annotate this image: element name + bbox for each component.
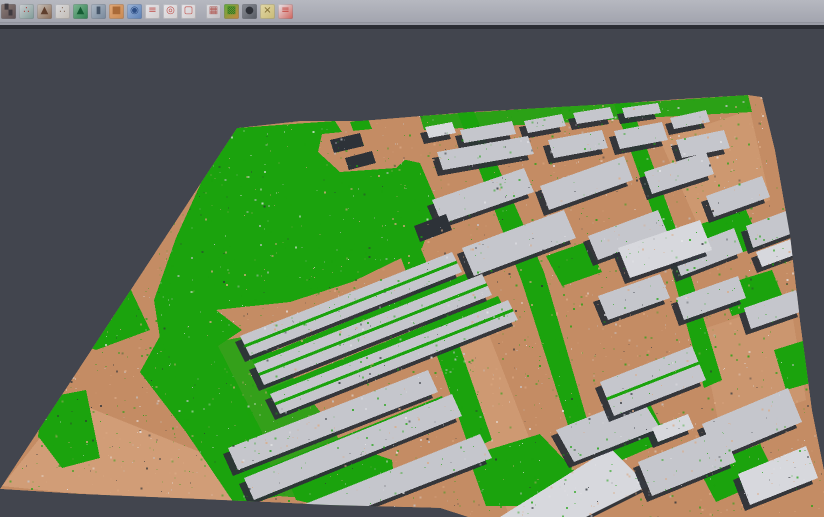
terrain-model-icon[interactable]: ▲ [37,4,52,19]
snapshot-icon[interactable]: ● [242,4,257,19]
clear-selection-icon[interactable]: × [260,4,275,19]
main-toolbar: ▚∴▲∴▲▮■◉≡◎▢▦▩●×≡ [0,0,824,23]
classification-colors-icon[interactable]: ▩ [224,4,239,19]
toolbar-wrap: ▚∴▲∴▲▮■◉≡◎▢▦▩●×≡ [0,0,824,29]
scalar-fields-icon[interactable]: ≡ [145,4,160,19]
ground-class-icon[interactable]: ■ [109,4,124,19]
cross-section-icon[interactable]: ▮ [91,4,106,19]
viewport-3d[interactable] [0,0,824,517]
point-cloud-render [0,0,824,517]
zoom-extents-icon[interactable]: ▢ [181,4,196,19]
vegetation-class-icon[interactable]: ▲ [73,4,88,19]
measure-icon[interactable]: ≡ [278,4,293,19]
pick-point-icon[interactable]: ◎ [163,4,178,19]
globe-view-icon[interactable]: ◉ [127,4,142,19]
raster-grid-icon[interactable]: ▦ [206,4,221,19]
sparse-points-icon[interactable]: ∴ [55,4,70,19]
align-clouds-icon[interactable]: ∴ [19,4,34,19]
toolbar-shadow-edge [0,25,824,29]
toolbar-group: ▚∴▲∴▲▮■◉≡◎▢ [1,4,199,19]
open-file-icon[interactable]: ▚ [1,4,16,19]
toolbar-separator [199,3,206,19]
toolbar-group: ▦▩●×≡ [206,4,296,19]
